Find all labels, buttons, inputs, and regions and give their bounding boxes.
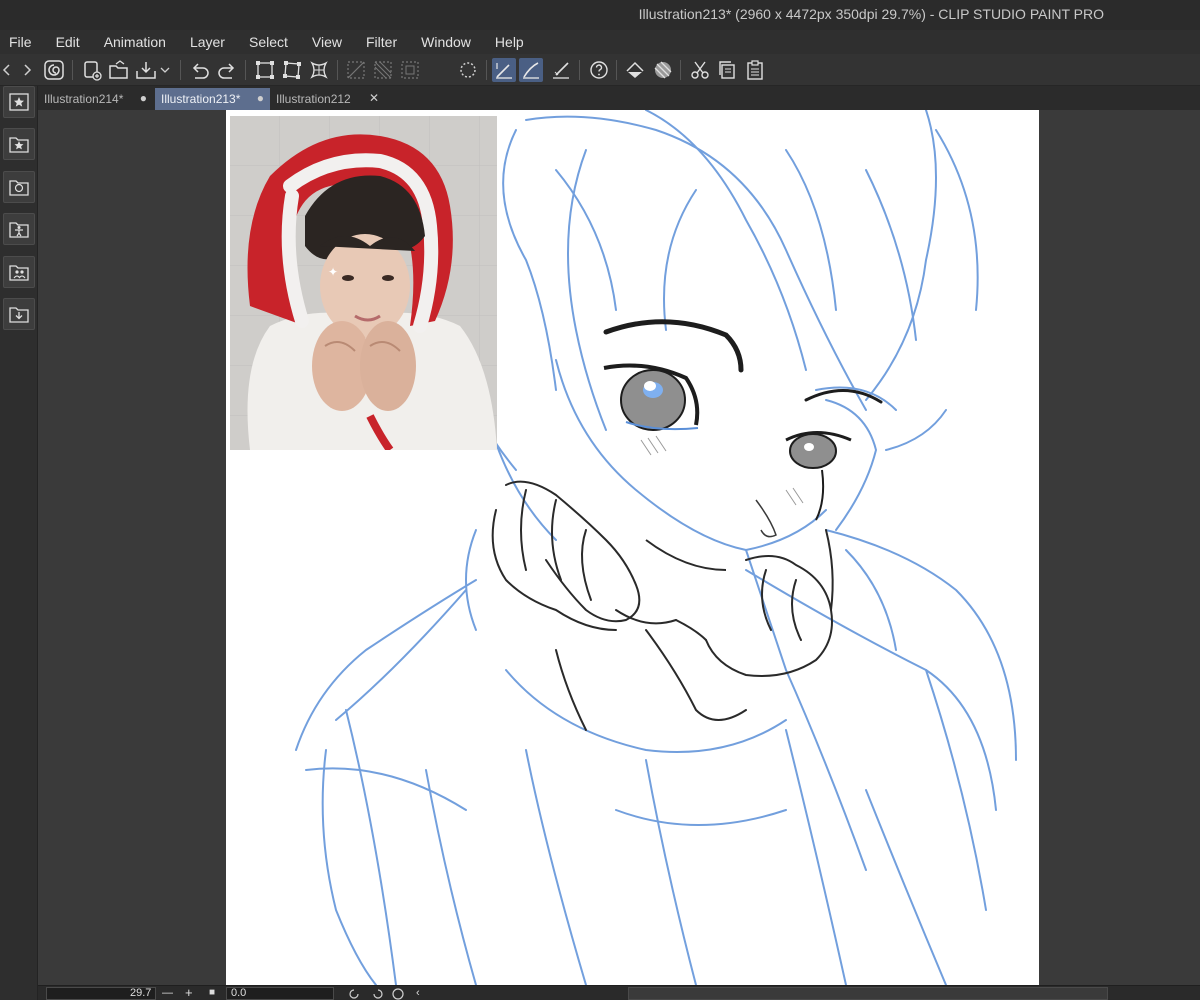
rotate-right-icon[interactable]: [373, 989, 383, 999]
reset-view-button[interactable]: ■: [209, 986, 215, 1000]
reset-rotation-icon[interactable]: [392, 988, 404, 1000]
undo-icon[interactable]: [188, 58, 212, 82]
forward-icon[interactable]: [20, 58, 34, 82]
material-image-icon[interactable]: [3, 171, 35, 203]
zoom-in-button[interactable]: +: [185, 986, 193, 1000]
left-dock: [0, 86, 38, 1000]
rotation-value[interactable]: 0.0: [231, 986, 246, 1000]
close-tab-icon[interactable]: ✕: [369, 91, 379, 105]
ruler-snap-icon[interactable]: [549, 58, 573, 82]
deselect-icon[interactable]: [456, 58, 480, 82]
pose-figure-icon[interactable]: [3, 213, 35, 245]
clear-selection-icon[interactable]: [344, 58, 368, 82]
free-transform-icon[interactable]: [280, 58, 304, 82]
rotate-left-icon[interactable]: [349, 989, 359, 999]
zoom-out-button[interactable]: —: [162, 986, 173, 1000]
zoom-value[interactable]: 29.7: [130, 986, 151, 1000]
tab-label: Illustration214*: [44, 92, 124, 106]
menu-animation[interactable]: Animation: [104, 34, 166, 50]
tab-label: Illustration212: [276, 92, 351, 106]
svg-text:✦: ✦: [328, 265, 338, 279]
window-title: Illustration213* (2960 x 4472px 350dpi 2…: [638, 6, 1104, 22]
left-eye: [603, 363, 700, 431]
reference-photo[interactable]: ✦: [230, 116, 497, 450]
tone-icon[interactable]: [651, 58, 675, 82]
fill-icon[interactable]: [623, 58, 647, 82]
mesh-transform-icon[interactable]: [307, 58, 331, 82]
scroll-left-icon[interactable]: ‹: [416, 986, 420, 1000]
pen-snap-icon[interactable]: [492, 58, 516, 82]
rotation-controls: [346, 986, 406, 1000]
unsaved-dot-icon[interactable]: ●: [140, 91, 147, 105]
save-dropdown-icon[interactable]: [158, 58, 172, 82]
material-star-icon[interactable]: [3, 128, 35, 160]
menu-bar: File Edit Animation Layer Select View Fi…: [0, 30, 1200, 54]
menu-layer[interactable]: Layer: [190, 34, 225, 50]
menu-select[interactable]: Select: [249, 34, 288, 50]
copy-icon[interactable]: [715, 58, 739, 82]
menu-window[interactable]: Window: [421, 34, 471, 50]
tab-label: Illustration213*: [161, 92, 241, 106]
back-icon[interactable]: [0, 58, 14, 82]
download-icon[interactable]: [3, 298, 35, 330]
menu-file[interactable]: File: [9, 34, 32, 50]
redo-icon[interactable]: [215, 58, 239, 82]
new-icon[interactable]: [80, 58, 104, 82]
title-bar: Illustration213* (2960 x 4472px 350dpi 2…: [0, 0, 1200, 30]
clip-studio-icon[interactable]: [42, 58, 66, 82]
tab-illustration212[interactable]: Illustration212 ✕: [270, 88, 385, 110]
transform-icon[interactable]: [253, 58, 277, 82]
brush-snap-icon[interactable]: [519, 58, 543, 82]
status-bar: 29.7 — + ■ 0.0 ‹: [38, 985, 1200, 1000]
horizontal-scrollbar[interactable]: [628, 987, 1108, 1000]
paste-icon[interactable]: [743, 58, 767, 82]
document-tabs: Illustration214* ● Illustration213* ● Il…: [38, 86, 1200, 110]
cut-icon[interactable]: [688, 58, 712, 82]
favorite-star-icon[interactable]: [3, 86, 35, 118]
app-window: Illustration213* (2960 x 4472px 350dpi 2…: [0, 0, 1200, 1000]
menu-edit[interactable]: Edit: [56, 34, 80, 50]
menu-view[interactable]: View: [312, 34, 342, 50]
help-icon[interactable]: [587, 58, 611, 82]
character-icon[interactable]: [3, 256, 35, 288]
menu-filter[interactable]: Filter: [366, 34, 397, 50]
menu-help[interactable]: Help: [495, 34, 524, 50]
right-eye: [785, 431, 852, 521]
invert-selection-icon[interactable]: [371, 58, 395, 82]
unsaved-dot-icon[interactable]: ●: [257, 91, 264, 105]
select-all-icon[interactable]: [398, 58, 422, 82]
open-icon[interactable]: [107, 58, 131, 82]
reference-photo-image: ✦: [230, 116, 497, 450]
save-icon[interactable]: [134, 58, 158, 82]
tab-illustration214[interactable]: Illustration214* ●: [38, 88, 153, 110]
tab-illustration213[interactable]: Illustration213* ●: [155, 88, 270, 110]
command-bar: [0, 54, 1200, 86]
hands-lineart: [491, 480, 834, 731]
